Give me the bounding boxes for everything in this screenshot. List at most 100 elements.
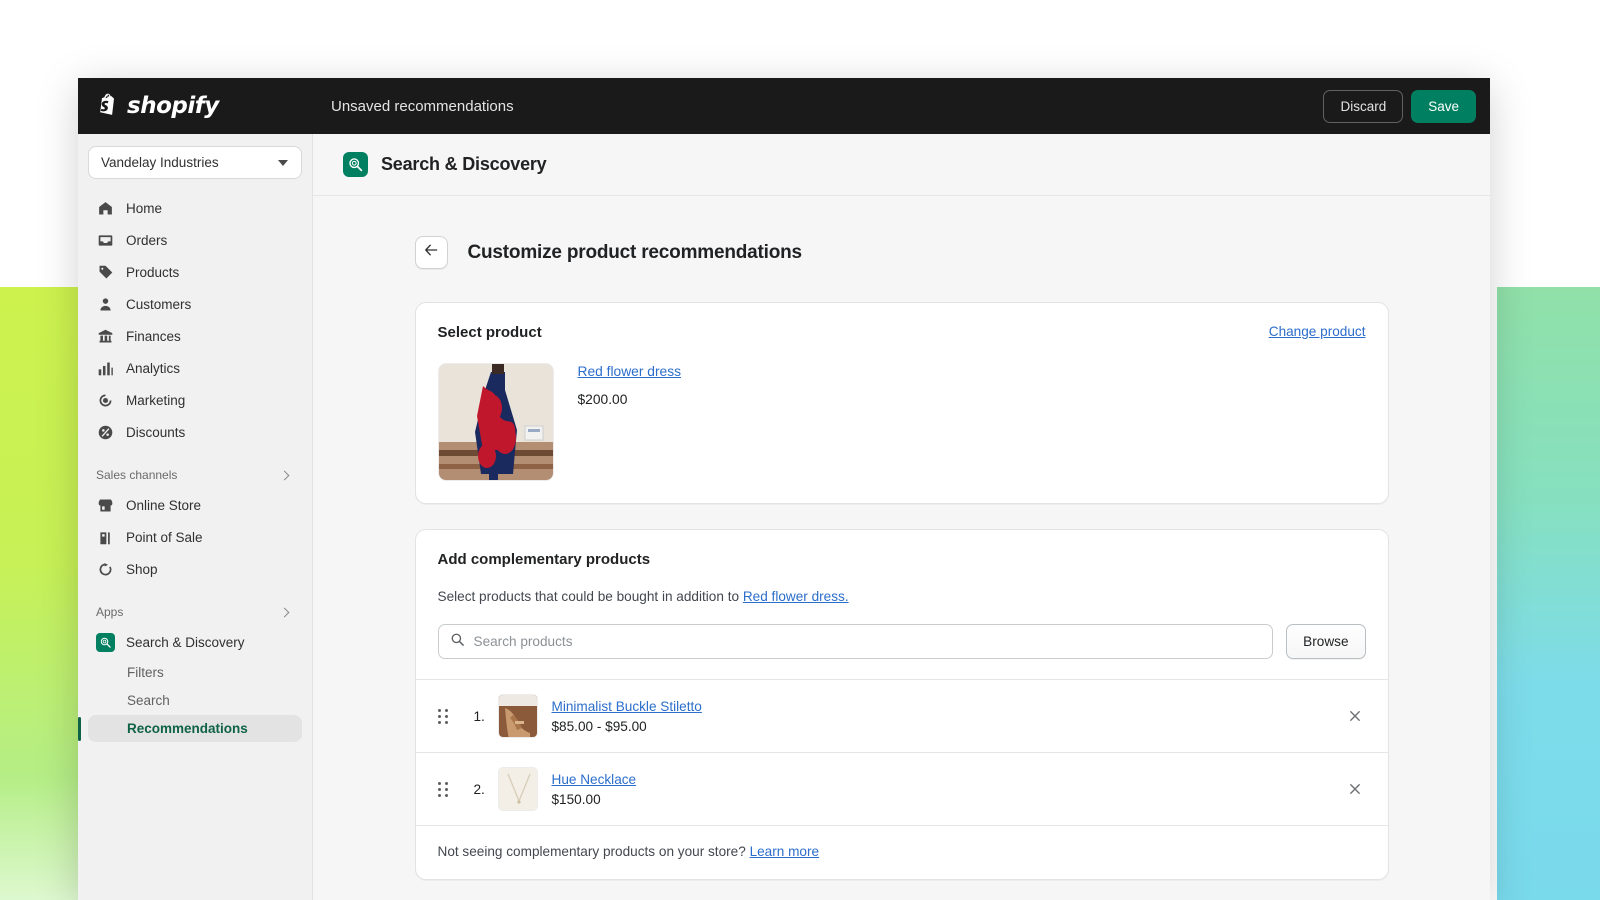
- learn-more-link[interactable]: Learn more: [750, 844, 820, 859]
- sidebar-item-marketing[interactable]: Marketing: [88, 385, 302, 416]
- unsaved-changes-title: Unsaved recommendations: [331, 98, 514, 115]
- browse-button[interactable]: Browse: [1286, 624, 1365, 659]
- products-tag-icon: [96, 263, 115, 282]
- sidebar-item-label: Search: [127, 693, 170, 708]
- sidebar-item-label: Search & Discovery: [126, 635, 245, 650]
- sidebar-item-search[interactable]: Search: [88, 687, 302, 714]
- discounts-percent-icon: [96, 423, 115, 442]
- selected-product-info: Red flower dress $200.00: [578, 363, 682, 481]
- home-icon: [96, 199, 115, 218]
- store-name: Vandelay Industries: [101, 155, 219, 170]
- complementary-product-row: 2. Hue Necklace $150.00: [416, 752, 1388, 825]
- footer-text: Not seeing complementary products on you…: [438, 844, 750, 859]
- chevron-down-icon: [278, 160, 288, 166]
- drag-handle-icon[interactable]: [438, 709, 454, 724]
- sidebar-item-filters[interactable]: Filters: [88, 659, 302, 686]
- sidebar-item-recommendations[interactable]: Recommendations: [88, 715, 302, 742]
- sidebar-item-label: Products: [126, 265, 179, 280]
- main-content: Search & Discovery Customize product rec…: [313, 134, 1490, 900]
- sidebar-section-sales-channels[interactable]: Sales channels: [88, 462, 302, 488]
- sidebar-item-label: Orders: [126, 233, 167, 248]
- sidebar-item-label: Finances: [126, 329, 181, 344]
- shopify-logo-text: shopify: [127, 93, 219, 119]
- chevron-right-icon: [280, 607, 290, 617]
- sidebar-item-label: Online Store: [126, 498, 201, 513]
- sidebar-section-label: Apps: [96, 605, 123, 619]
- complementary-products-card: Add complementary products Select produc…: [415, 529, 1389, 880]
- page-header: Customize product recommendations: [415, 236, 1389, 269]
- selected-product: Red flower dress $200.00: [438, 363, 1366, 481]
- row-index: 2.: [474, 782, 498, 797]
- product-search-row: Browse: [438, 624, 1366, 659]
- shopify-admin-window: shopify Unsaved recommendations Discard …: [78, 78, 1490, 900]
- topbar-actions: Discard Save: [1323, 78, 1476, 134]
- sidebar-item-label: Point of Sale: [126, 530, 203, 545]
- sidebar-item-finances[interactable]: Finances: [88, 321, 302, 352]
- top-bar: shopify Unsaved recommendations Discard …: [78, 78, 1490, 134]
- description-prefix: Select products that could be bought in …: [438, 589, 743, 604]
- shop-icon: [96, 560, 115, 579]
- complementary-product-info: Hue Necklace $150.00: [552, 771, 1344, 807]
- back-button[interactable]: [415, 236, 448, 269]
- sidebar-item-label: Home: [126, 201, 162, 216]
- app-header: Search & Discovery: [313, 134, 1490, 196]
- search-discovery-app-icon: [96, 633, 115, 652]
- sidebar-item-label: Shop: [126, 562, 158, 577]
- complementary-product-name-link[interactable]: Hue Necklace: [552, 772, 637, 787]
- sidebar-item-analytics[interactable]: Analytics: [88, 353, 302, 384]
- description-product-link[interactable]: Red flower dress.: [743, 589, 849, 604]
- search-input[interactable]: [474, 634, 1262, 649]
- analytics-bars-icon: [96, 359, 115, 378]
- sidebar-item-label: Filters: [127, 665, 164, 680]
- sidebar-section-label: Sales channels: [96, 468, 177, 482]
- complementary-products-footer: Not seeing complementary products on you…: [416, 825, 1388, 879]
- sidebar-section-apps[interactable]: Apps: [88, 599, 302, 625]
- sidebar-item-discounts[interactable]: Discounts: [88, 417, 302, 448]
- sidebar-item-label: Discounts: [126, 425, 185, 440]
- close-icon[interactable]: [1344, 705, 1366, 727]
- arrow-left-icon: [423, 242, 439, 263]
- page-content: Customize product recommendations Select…: [313, 196, 1490, 880]
- discard-button[interactable]: Discard: [1323, 90, 1403, 123]
- sidebar-item-label: Marketing: [126, 393, 185, 408]
- search-products-box[interactable]: [438, 624, 1274, 659]
- app-shell: Vandelay Industries Home Orders Pro: [78, 134, 1490, 900]
- search-discovery-app-icon: [343, 152, 368, 177]
- sidebar-item-orders[interactable]: Orders: [88, 225, 302, 256]
- row-index: 1.: [474, 709, 498, 724]
- complementary-product-name-link[interactable]: Minimalist Buckle Stiletto: [552, 699, 702, 714]
- complementary-products-description: Select products that could be bought in …: [438, 589, 1366, 604]
- sidebar-item-label: Analytics: [126, 361, 180, 376]
- sidebar-item-home[interactable]: Home: [88, 193, 302, 224]
- sidebar-item-shop[interactable]: Shop: [88, 554, 302, 585]
- red-floral-dress-photo: [438, 363, 554, 481]
- marketing-target-icon: [96, 391, 115, 410]
- finances-bank-icon: [96, 327, 115, 346]
- gold-chain-necklace-photo: [498, 767, 538, 811]
- app-title: Search & Discovery: [381, 154, 547, 175]
- change-product-link[interactable]: Change product: [1269, 324, 1366, 339]
- sidebar-item-products[interactable]: Products: [88, 257, 302, 288]
- sidebar-item-online-store[interactable]: Online Store: [88, 490, 302, 521]
- store-selector[interactable]: Vandelay Industries: [88, 146, 302, 179]
- close-icon[interactable]: [1344, 778, 1366, 800]
- desktop-background-right-gradient: [1497, 287, 1600, 900]
- complementary-product-price: $85.00 - $95.00: [552, 719, 1344, 734]
- complementary-product-info: Minimalist Buckle Stiletto $85.00 - $95.…: [552, 698, 1344, 734]
- drag-handle-icon[interactable]: [438, 782, 454, 797]
- sidebar-item-customers[interactable]: Customers: [88, 289, 302, 320]
- shopify-logo[interactable]: shopify: [96, 93, 331, 119]
- page-title: Customize product recommendations: [468, 242, 802, 264]
- orders-inbox-icon: [96, 231, 115, 250]
- sidebar-item-search-and-discovery[interactable]: Search & Discovery: [88, 627, 302, 658]
- sidebar-item-label: Recommendations: [127, 721, 248, 736]
- online-store-icon: [96, 496, 115, 515]
- search-icon: [450, 632, 465, 652]
- active-indicator-bar: [78, 717, 81, 741]
- save-button[interactable]: Save: [1411, 90, 1476, 123]
- selected-product-name-link[interactable]: Red flower dress: [578, 364, 682, 379]
- select-product-title: Select product: [438, 324, 542, 341]
- selected-product-price: $200.00: [578, 392, 682, 407]
- sidebar-item-point-of-sale[interactable]: Point of Sale: [88, 522, 302, 553]
- brown-stiletto-shoe-photo: [498, 694, 538, 738]
